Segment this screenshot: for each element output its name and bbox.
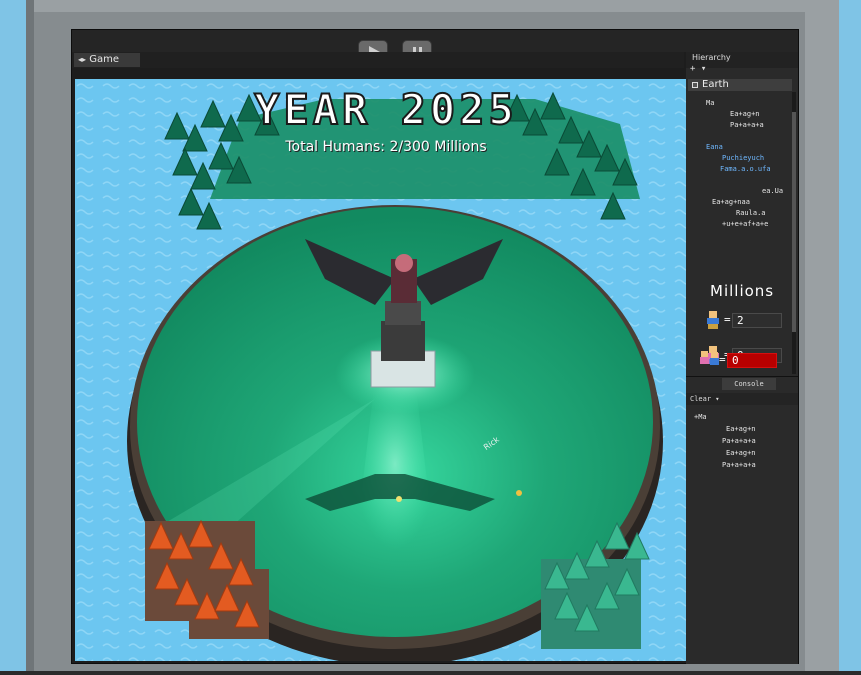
- human-sprite[interactable]: [396, 496, 402, 502]
- hierarchy-item[interactable]: +u+e+af+a+e: [686, 219, 790, 230]
- game-view-icon: ◂▸: [78, 55, 87, 64]
- statue-top: [385, 301, 421, 325]
- hierarchy-add-button[interactable]: + ▾: [686, 64, 798, 76]
- male-count-field[interactable]: 2: [732, 313, 782, 328]
- console-entry[interactable]: Pa+a+a+a: [686, 435, 792, 447]
- hierarchy-item[interactable]: Ea+ag+n: [686, 109, 790, 120]
- hierarchy-item[interactable]: [686, 175, 790, 186]
- console-panel: Console Clear ▾ +Ma Ea+ag+n Pa+a+a+a Ea+ag+…: [686, 376, 798, 664]
- hierarchy-item[interactable]: Eana: [686, 142, 790, 153]
- couple-counter: = 0: [699, 350, 789, 370]
- frame-top-border: [34, 0, 805, 12]
- frame-left-edge: [0, 0, 26, 675]
- hierarchy-item[interactable]: Ea+ag+naa: [686, 197, 790, 208]
- game-viewport[interactable]: YEAR 2025 Total Humans: 2/300 Millions R…: [75, 79, 686, 661]
- console-clear-button[interactable]: Clear ▾: [686, 393, 798, 405]
- millions-label: Millions: [710, 282, 775, 300]
- console-entry[interactable]: Pa+a+a+a: [686, 459, 792, 471]
- game-tab-bar: [72, 52, 684, 68]
- frame-bottom-border: [0, 671, 861, 675]
- game-tab-label: Game: [89, 54, 119, 65]
- console-entry[interactable]: Ea+ag+n: [686, 447, 792, 459]
- year-title: YEAR 2025: [253, 84, 518, 135]
- hierarchy-item[interactable]: Raula.a: [686, 208, 790, 219]
- frame-left-border: [26, 0, 34, 675]
- statue-pillar: [381, 321, 425, 361]
- console-tab[interactable]: Console: [722, 378, 776, 390]
- hierarchy-list: Ma Ea+ag+n Pa+a+a+a Eana Puchieyuch Fama.a.o.…: [686, 98, 790, 230]
- hierarchy-item[interactable]: Ma: [686, 98, 790, 109]
- total-humans-counter: Total Humans: 2/300 Millions: [285, 139, 487, 155]
- hierarchy-item[interactable]: ea.Ua: [686, 186, 790, 197]
- game-tab[interactable]: ◂▸ Game: [74, 53, 140, 67]
- frame-right-border: [805, 0, 839, 675]
- male-human-icon: [707, 311, 719, 329]
- console-entry[interactable]: Ea+ag+n: [686, 423, 792, 435]
- hierarchy-item[interactable]: Pa+a+a+a: [686, 120, 790, 131]
- console-log: +Ma Ea+ag+n Pa+a+a+a Ea+ag+n Pa+a+a+a: [686, 411, 792, 471]
- console-entry[interactable]: +Ma: [686, 411, 792, 423]
- editor-window: ◂▸ Game YEAR 2025 Total Humans: 2/300 Mi…: [71, 29, 799, 664]
- frame-right-edge: [839, 0, 861, 675]
- hierarchy-item[interactable]: [686, 131, 790, 142]
- male-counter: = 2: [704, 310, 794, 330]
- angel-head: [395, 254, 413, 272]
- hierarchy-item[interactable]: Fama.a.o.ufa: [686, 164, 790, 175]
- editor-toolbar: [72, 30, 798, 52]
- hierarchy-scroll-thumb[interactable]: [792, 112, 796, 332]
- hierarchy-item[interactable]: Puchieyuch: [686, 153, 790, 164]
- couple-count-field[interactable]: 0: [727, 353, 777, 368]
- human-sprite[interactable]: [516, 490, 522, 496]
- hierarchy-item-earth[interactable]: Earth: [688, 79, 792, 91]
- game-scene: [75, 79, 686, 661]
- hierarchy-panel: Hierarchy + ▾ Earth Ma Ea+ag+n Pa+a+a+a Ean…: [686, 52, 798, 376]
